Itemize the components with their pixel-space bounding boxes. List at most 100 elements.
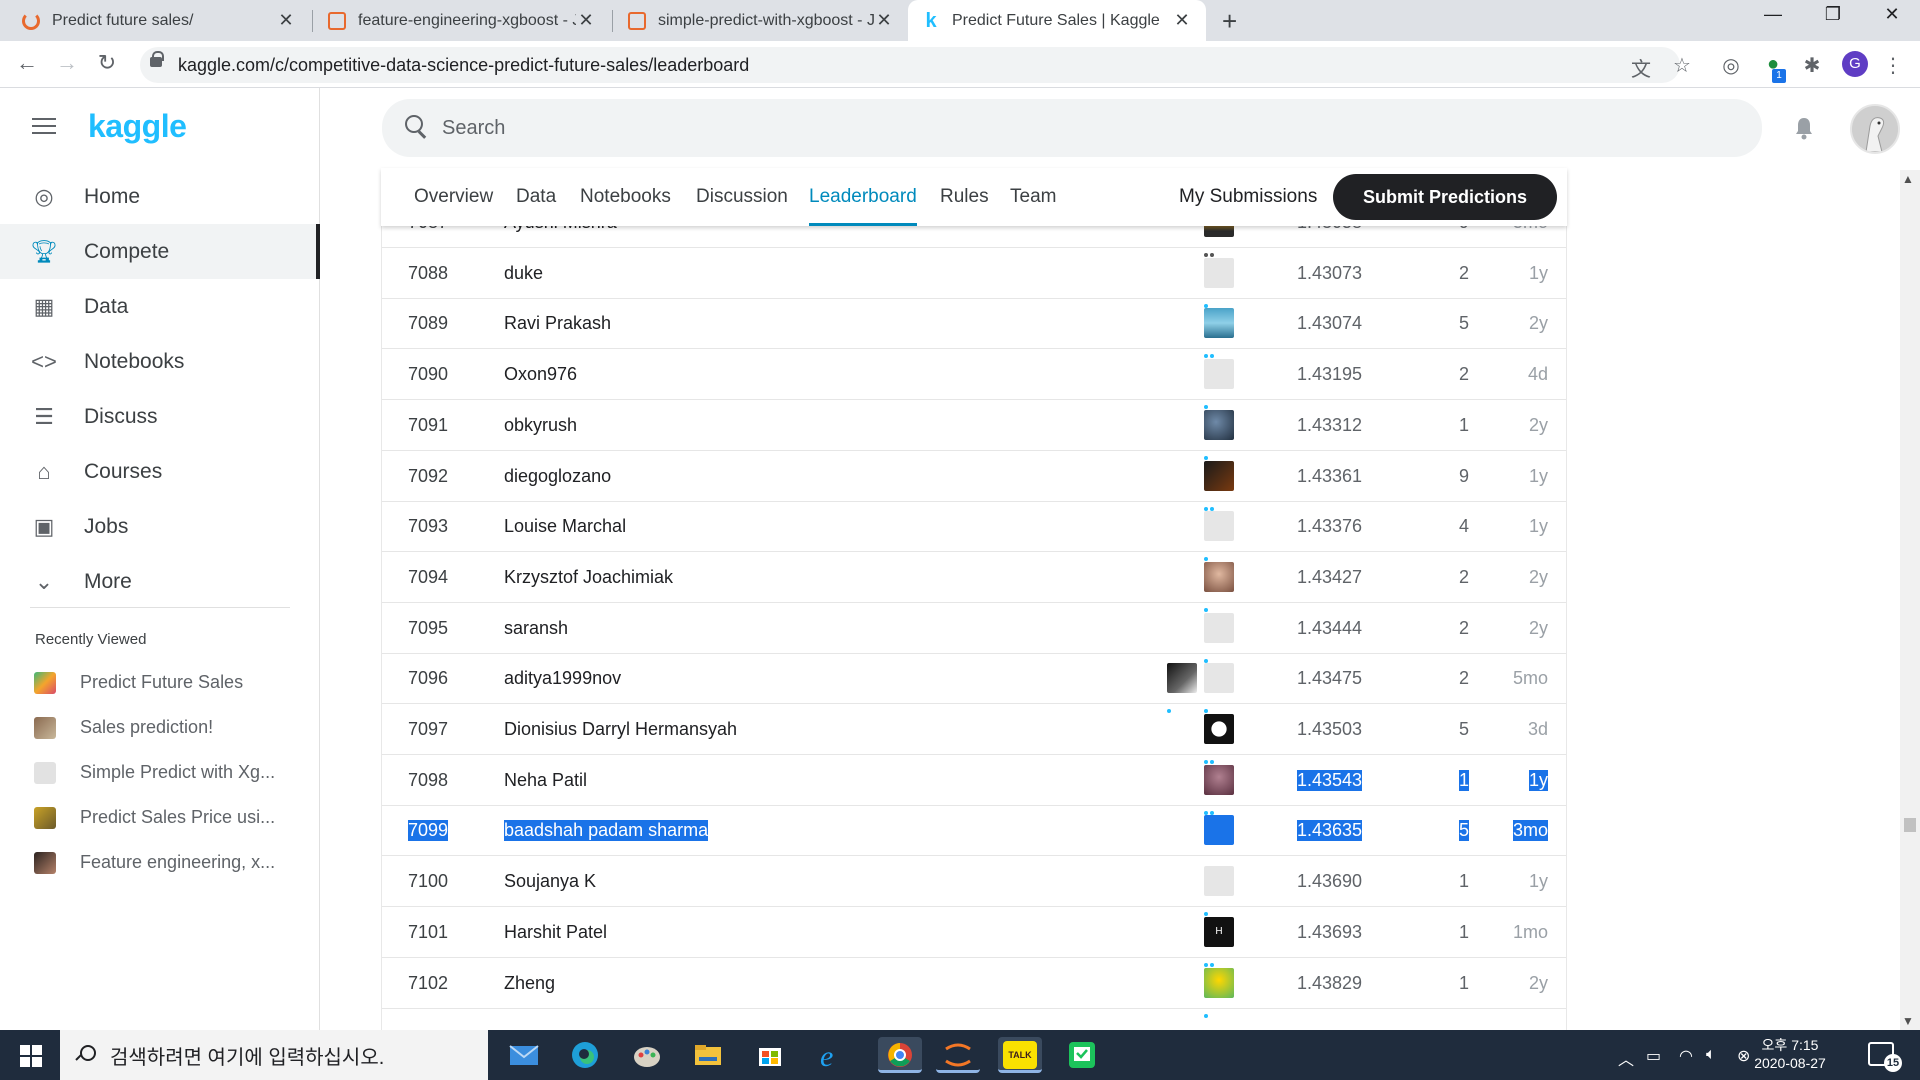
- browser-tab[interactable]: feature-engineering-xgboost - J ✕: [314, 0, 610, 41]
- team-name[interactable]: Ravi Prakash: [504, 313, 611, 334]
- leaderboard-row[interactable]: 7097 Dionisius Darryl Hermansyah 1.43503 5 3…: [382, 704, 1566, 764]
- star-icon[interactable]: ☆: [1669, 53, 1695, 78]
- tray-chevron-up-icon[interactable]: ︿: [1618, 1046, 1634, 1070]
- tab-discussion[interactable]: Discussion: [696, 168, 788, 226]
- tab-rules[interactable]: Rules: [940, 168, 989, 226]
- close-icon[interactable]: ✕: [874, 10, 894, 31]
- team-member-avatar[interactable]: [1204, 511, 1234, 542]
- team-name[interactable]: obkyrush: [504, 415, 577, 436]
- sidebar-item-notebooks[interactable]: <> Notebooks: [0, 334, 320, 389]
- scroll-down-arrow-icon[interactable]: ▼: [1902, 1014, 1914, 1028]
- leaderboard-row[interactable]: 7095 saransh 1.43444 2 2y: [382, 603, 1566, 663]
- sidebar-item-home[interactable]: ◎ Home: [0, 169, 320, 224]
- back-icon[interactable]: ←: [12, 50, 42, 76]
- puzzle-icon[interactable]: ✱: [1799, 53, 1825, 78]
- scroll-up-arrow-icon[interactable]: ▲: [1902, 172, 1914, 186]
- jupyter-app-icon[interactable]: [936, 1037, 980, 1073]
- team-member-avatar[interactable]: [1204, 663, 1234, 694]
- extension-icon[interactable]: ◎: [1718, 53, 1744, 78]
- sidebar-item-compete[interactable]: 🏆︎ Compete: [0, 224, 320, 279]
- taskbar-clock[interactable]: 오후 7:15 2020-08-27: [1750, 1036, 1830, 1072]
- leaderboard-row[interactable]: 7090 Oxon976 1.43195 2 4d: [382, 349, 1566, 410]
- close-icon[interactable]: ✕: [276, 10, 296, 31]
- team-member-avatar[interactable]: H: [1204, 916, 1234, 947]
- team-name[interactable]: Zheng: [504, 973, 555, 994]
- recently-viewed-item[interactable]: Simple Predict with Xg...: [0, 750, 320, 795]
- profile-avatar[interactable]: G: [1842, 51, 1868, 77]
- leaderboard-row[interactable]: 7101 Harshit Patel H 1.43693 1 1mo: [382, 907, 1566, 967]
- leaderboard-row[interactable]: 7098 Neha Patil 1.43543 1 1y: [382, 755, 1566, 815]
- team-member-avatar[interactable]: [1167, 663, 1197, 694]
- leaderboard-row[interactable]: 7094 Krzysztof Joachimiak 1.43427 2 2y: [382, 552, 1566, 612]
- restore-icon[interactable]: ❐: [1813, 4, 1853, 25]
- team-name[interactable]: aditya1999nov: [504, 668, 621, 689]
- tab-notebooks[interactable]: Notebooks: [580, 168, 671, 226]
- kaggle-logo[interactable]: kaggle: [88, 108, 187, 145]
- sidebar-item-data[interactable]: ▦ Data: [0, 279, 320, 334]
- search-input[interactable]: Search: [382, 99, 1762, 157]
- internet-explorer-icon[interactable]: e: [813, 1037, 849, 1073]
- browser-tab[interactable]: Predict future sales/ ✕: [8, 0, 310, 41]
- close-icon[interactable]: ✕: [1172, 10, 1192, 31]
- team-name[interactable]: Harshit Patel: [504, 922, 607, 943]
- battery-icon[interactable]: ▭: [1646, 1046, 1661, 1066]
- team-name[interactable]: baadshah padam sharma: [504, 820, 709, 842]
- hamburger-menu-icon[interactable]: [32, 118, 56, 136]
- translate-icon[interactable]: 文: [1628, 53, 1654, 82]
- team-name[interactable]: Krzysztof Joachimiak: [504, 567, 673, 588]
- team-member-avatar[interactable]: [1204, 815, 1234, 846]
- leaderboard-row[interactable]: 7089 Ravi Prakash 1.43074 5 2y: [382, 298, 1566, 359]
- forward-icon[interactable]: →: [52, 50, 82, 76]
- team-name[interactable]: Neha Patil: [504, 770, 587, 791]
- team-name[interactable]: Oxon976: [504, 364, 577, 385]
- leaderboard-row[interactable]: 7096 aditya1999nov 1.43475 2 5mo: [382, 653, 1566, 714]
- close-window-icon[interactable]: ✕: [1872, 4, 1912, 25]
- team-name[interactable]: diegoglozano: [504, 466, 611, 487]
- leaderboard-row[interactable]: 7091 obkyrush 1.43312 1 2y: [382, 400, 1566, 460]
- tab-overview[interactable]: Overview: [414, 168, 493, 226]
- submit-predictions-button[interactable]: Submit Predictions: [1333, 174, 1557, 220]
- close-icon[interactable]: ✕: [576, 10, 596, 31]
- team-member-avatar[interactable]: [1204, 308, 1234, 339]
- recently-viewed-item[interactable]: Feature engineering, x...: [0, 840, 320, 885]
- team-member-avatar[interactable]: [1204, 612, 1234, 643]
- wifi-icon[interactable]: ◠: [1679, 1046, 1693, 1066]
- new-tab-icon[interactable]: +: [1222, 6, 1237, 37]
- leaderboard-row[interactable]: 7093 Louise Marchal 1.43376 4 1y: [382, 501, 1566, 562]
- windows-start-icon[interactable]: [20, 1045, 42, 1067]
- reload-icon[interactable]: ↻: [92, 50, 122, 76]
- browser-tab[interactable]: simple-predict-with-xgboost - J ✕: [614, 0, 908, 41]
- recently-viewed-item[interactable]: Predict Sales Price usi...: [0, 795, 320, 840]
- team-name[interactable]: Louise Marchal: [504, 516, 626, 537]
- menu-kebab-icon[interactable]: ⋮: [1880, 53, 1906, 78]
- minimize-icon[interactable]: —: [1753, 4, 1793, 25]
- taskbar-search-input[interactable]: 검색하려면 여기에 입력하십시오.: [60, 1030, 488, 1080]
- kakaotalk-app-icon[interactable]: TALK: [998, 1037, 1042, 1073]
- bell-icon[interactable]: [1793, 116, 1815, 140]
- team-name[interactable]: duke: [504, 263, 543, 284]
- my-submissions-link[interactable]: My Submissions: [1179, 168, 1317, 226]
- browser-tab-active[interactable]: k Predict Future Sales | Kaggle ✕: [908, 0, 1206, 41]
- team-name[interactable]: Soujanya K: [504, 871, 596, 892]
- file-explorer-icon[interactable]: [690, 1037, 726, 1073]
- team-member-avatar[interactable]: [1204, 409, 1234, 440]
- store-app-icon[interactable]: [752, 1037, 788, 1073]
- team-name[interactable]: Dionisius Darryl Hermansyah: [504, 719, 737, 740]
- team-member-avatar[interactable]: [1204, 866, 1234, 897]
- sidebar-item-more[interactable]: ⌄ More: [0, 554, 320, 609]
- sidebar-item-jobs[interactable]: ▣ Jobs: [0, 499, 320, 554]
- leaderboard-row[interactable]: 7092 diegoglozano 1.43361 9 1y: [382, 451, 1566, 511]
- team-member-avatar[interactable]: [1204, 257, 1234, 288]
- leaderboard-row[interactable]: 7102 Zheng 1.43829 1 2y: [382, 958, 1566, 1018]
- tab-leaderboard[interactable]: Leaderboard: [809, 168, 917, 226]
- team-name[interactable]: saransh: [504, 618, 568, 639]
- page-scrollbar[interactable]: [1900, 170, 1920, 1030]
- team-member-avatar[interactable]: [1204, 460, 1234, 491]
- volume-muted-icon[interactable]: 🔈︎: [1706, 1046, 1716, 1064]
- sidebar-item-courses[interactable]: ⌂ Courses: [0, 444, 320, 499]
- recently-viewed-item[interactable]: Sales prediction!: [0, 705, 320, 750]
- edge-browser-icon[interactable]: [567, 1037, 603, 1073]
- mail-app-icon[interactable]: [506, 1037, 542, 1073]
- chrome-app-icon[interactable]: [878, 1037, 922, 1073]
- leaderboard-row[interactable]: 7100 Soujanya K 1.43690 1 1y: [382, 856, 1566, 917]
